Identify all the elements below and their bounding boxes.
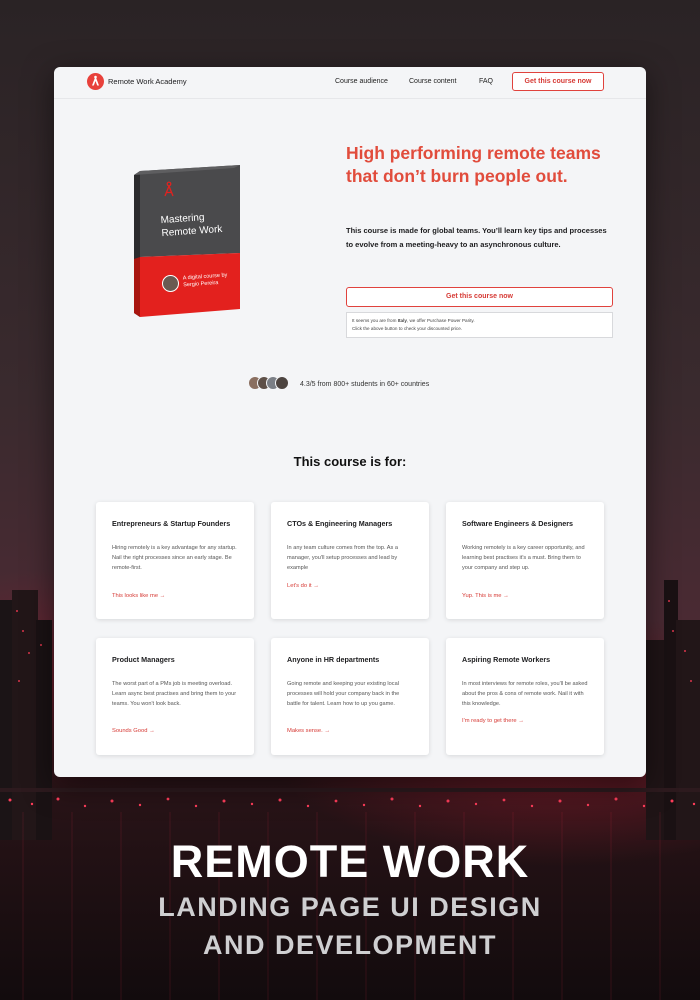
brand-name[interactable]: Remote Work Academy (108, 77, 187, 86)
hero-get-course-button[interactable]: Get this course now (346, 287, 613, 307)
card-body: In any team culture comes from the top. … (287, 545, 398, 571)
card-title: Software Engineers & Designers (462, 519, 574, 528)
card-link[interactable]: I'm ready to get there → (462, 718, 524, 724)
hero-title: High performing remote teams that don’t … (346, 143, 601, 186)
nav-link-course-audience[interactable]: Course audience (335, 78, 388, 85)
author-avatar (162, 275, 179, 292)
card-title: Entrepreneurs & Startup Founders (112, 519, 231, 528)
logo-icon[interactable] (87, 73, 104, 90)
card-link[interactable]: Makes sense. → (287, 728, 330, 734)
card-link[interactable]: Let's do it → (287, 583, 319, 589)
poster-subtitle-line2: AND DEVELOPMENT (202, 930, 498, 960)
purchase-power-parity-note: It seems you are from Italy, we offer Pu… (346, 312, 613, 338)
card-title: Product Managers (112, 655, 175, 664)
poster-title: REMOTE WORK (170, 836, 530, 887)
audience-card: Product Managers The worst part of a PMs… (96, 638, 254, 755)
card-body: The worst part of a PMs job is meeting o… (112, 681, 237, 707)
poster-subtitle-line1: LANDING PAGE UI DESIGN (158, 892, 542, 922)
nav-get-course-button[interactable]: Get this course now (512, 72, 604, 91)
card-title: Anyone in HR departments (287, 655, 380, 664)
audience-card: Entrepreneurs & Startup Founders Hiring … (96, 502, 254, 619)
nav-link-course-content[interactable]: Course content (409, 78, 456, 85)
card-title: Aspiring Remote Workers (462, 655, 551, 664)
card-body: Going remote and keeping your existing l… (287, 681, 400, 707)
card-link[interactable]: This looks like me → (112, 593, 165, 599)
course-box-image (134, 165, 240, 317)
audience-section-title: This course is for: (293, 454, 407, 469)
audience-card: Aspiring Remote Workers In most intervie… (446, 638, 604, 755)
card-body: In most interviews for remote roles, you… (462, 681, 588, 707)
avatar (275, 376, 289, 390)
top-nav: Remote Work Academy Course audience Cour… (54, 67, 646, 99)
box-logo-icon (164, 181, 174, 197)
student-avatars (248, 376, 298, 392)
audience-card: Anyone in HR departments Going remote an… (271, 638, 429, 755)
card-link[interactable]: Yup. This is me → (462, 593, 509, 599)
card-link[interactable]: Sounds Good → (112, 728, 155, 734)
hero-description: This course is made for global teams. Yo… (346, 226, 607, 249)
audience-card: CTOs & Engineering Managers In any team … (271, 502, 429, 619)
card-body: Hiring remotely is a key advantage for a… (112, 545, 237, 571)
landing-page-window: Remote Work Academy Course audience Cour… (54, 67, 646, 777)
nav-link-faq[interactable]: FAQ (479, 78, 493, 85)
card-title: CTOs & Engineering Managers (287, 519, 393, 528)
card-body: Working remotely is a key career opportu… (462, 545, 585, 571)
rating-text: 4.3/5 from 800+ students in 60+ countrie… (300, 381, 430, 388)
audience-card: Software Engineers & Designers Working r… (446, 502, 604, 619)
